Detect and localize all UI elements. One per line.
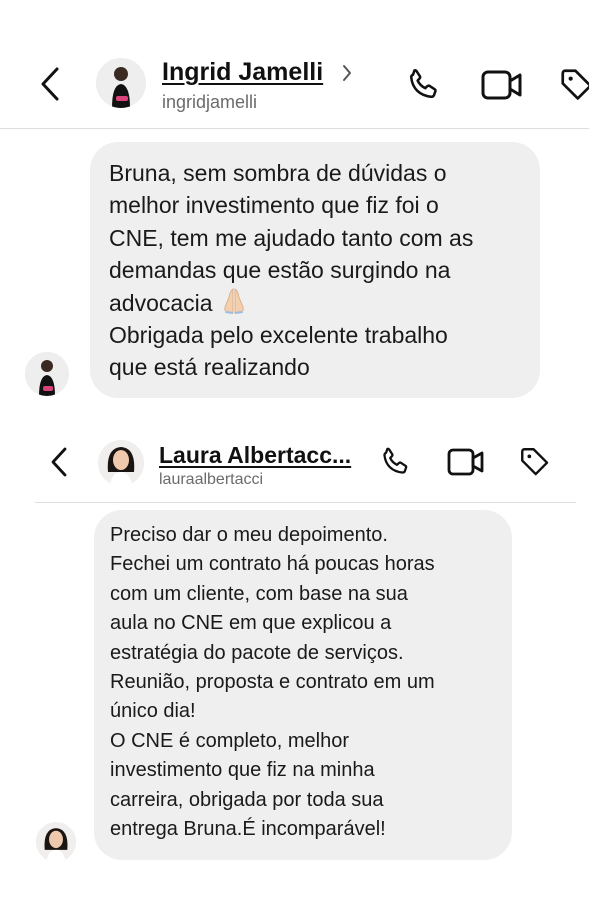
folded-hands-emoji	[223, 287, 244, 314]
header-divider	[35, 502, 576, 503]
chat-header: Ingrid Jamelli ingridjamelli	[0, 40, 589, 130]
chevron-left-icon[interactable]	[38, 66, 62, 102]
chevron-left-icon[interactable]	[48, 446, 70, 478]
sender-avatar[interactable]	[36, 822, 76, 862]
contact-handle: ingridjamelli	[162, 92, 258, 112]
avatar[interactable]	[96, 58, 146, 108]
message-line: melhor investimento que fiz foi o	[109, 192, 439, 219]
tag-icon[interactable]	[518, 445, 552, 479]
message-line: investimento que fiz na minha	[110, 759, 375, 782]
message-line-with-emoji: advocacia	[109, 287, 473, 319]
chat-screenshot-laura: Laura Albertacc... lauraalbertacci Preci…	[0, 410, 589, 900]
phone-icon[interactable]	[404, 66, 442, 104]
message-line: Bruna, sem sombra de dúvidas o	[109, 160, 447, 186]
tag-icon[interactable]	[558, 66, 589, 104]
message-line: com um cliente, com base na sua	[110, 582, 408, 605]
contact-name[interactable]: Ingrid Jamelli	[162, 58, 323, 87]
video-camera-icon[interactable]	[447, 447, 485, 477]
message-line: que está realizando	[109, 354, 310, 381]
message-line: aula no CNE em que explicou a	[110, 612, 392, 635]
message-line: advocacia	[109, 289, 213, 316]
chevron-right-icon[interactable]	[341, 64, 353, 82]
chat-header: Laura Albertacc... lauraalbertacci	[0, 428, 589, 508]
message-line: Preciso dar o meu depoimento.	[110, 524, 388, 546]
message-line: CNE, tem me ajudado tanto com as	[109, 224, 474, 251]
message-bubble[interactable]: Preciso dar o meu depoimento. Fechei um …	[94, 510, 512, 860]
message-line: O CNE é completo, melhor	[110, 729, 349, 752]
message-line: Reunião, proposta e contrato em um	[110, 671, 435, 694]
message-line: Fechei um contrato há poucas horas	[110, 553, 435, 576]
avatar-illustration	[96, 58, 146, 108]
sender-avatar[interactable]	[25, 352, 69, 396]
message-line: demandas que estão surgindo na	[109, 257, 451, 284]
contact-handle: lauraalbertacci	[159, 471, 264, 488]
message-line: único dia!	[110, 700, 196, 723]
header-divider	[0, 128, 589, 129]
message-line: Obrigada pelo excelente trabalho	[109, 322, 448, 349]
message-line: entrega Bruna.É incomparável!	[110, 818, 386, 841]
avatar-illustration	[36, 822, 76, 862]
phone-icon[interactable]	[378, 445, 412, 479]
avatar-illustration	[25, 352, 69, 396]
message-line: estratégia do pacote de serviços.	[110, 641, 404, 664]
message-bubble[interactable]: Bruna, sem sombra de dúvidas o melhor in…	[90, 142, 540, 398]
chat-screenshot-ingrid: Ingrid Jamelli ingridjamelli Bruna, sem …	[0, 0, 589, 410]
message-line: carreira, obrigada por toda sua	[110, 788, 384, 811]
avatar[interactable]	[98, 440, 144, 486]
contact-name[interactable]: Laura Albertacc...	[159, 442, 351, 469]
video-camera-icon[interactable]	[481, 68, 523, 102]
avatar-illustration	[98, 440, 144, 486]
